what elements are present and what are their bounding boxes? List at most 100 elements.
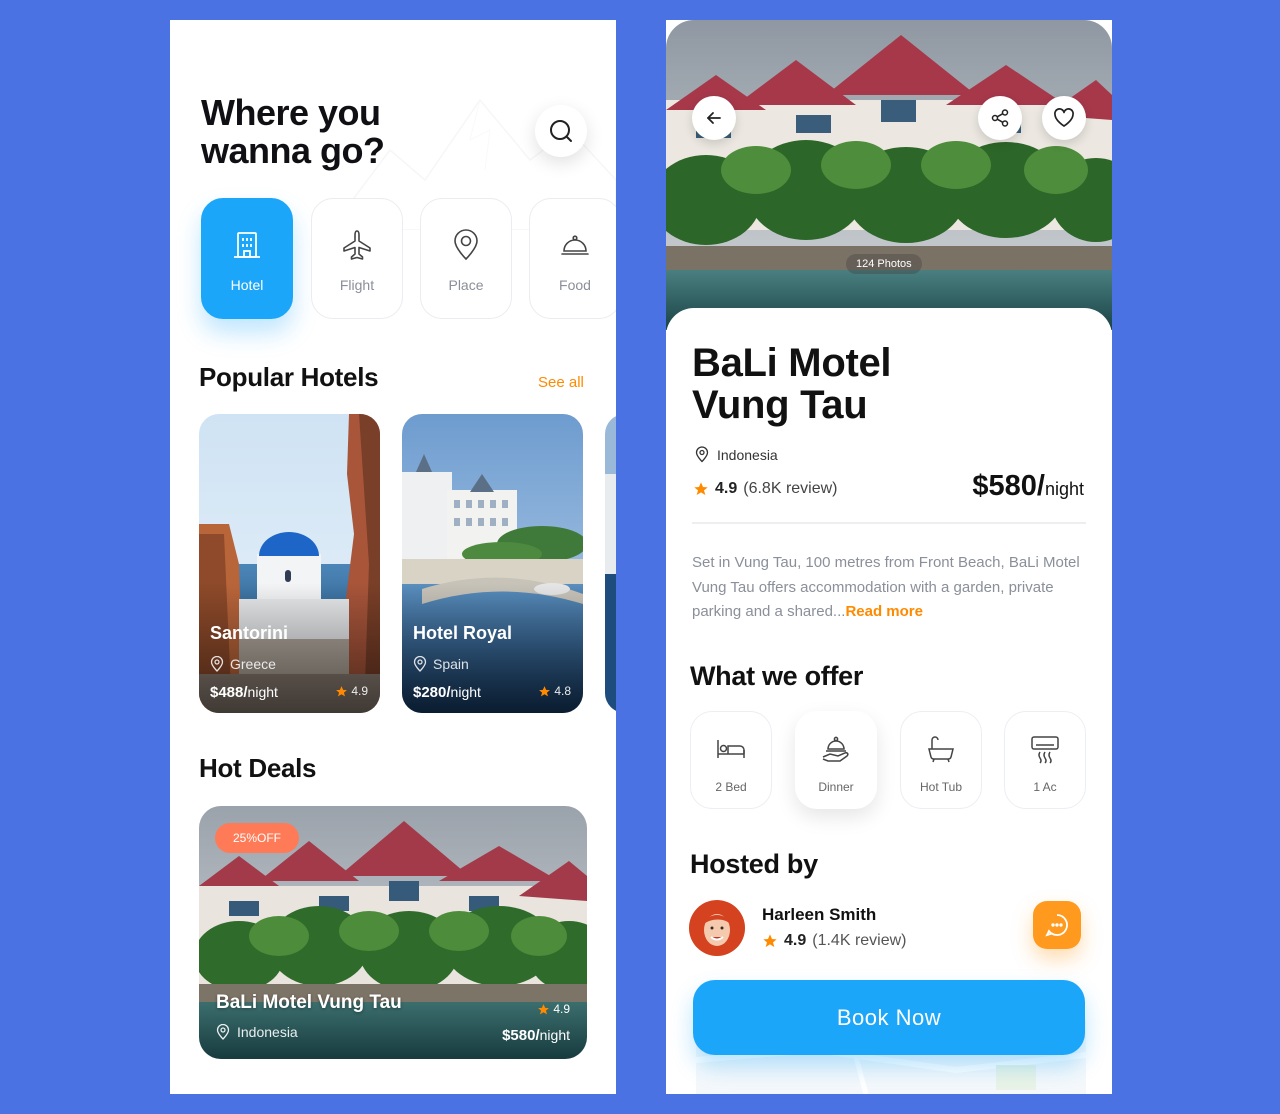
offer-bed[interactable]: 2 Bed — [690, 711, 772, 809]
hotel-location-text: Greece — [230, 656, 276, 672]
location-pin-icon — [448, 227, 484, 263]
price-unit: night — [539, 1027, 570, 1043]
rating-value: 4.9 — [715, 480, 738, 497]
share-button[interactable] — [978, 96, 1022, 140]
hotel-location: Spain — [413, 656, 469, 672]
see-all-link[interactable]: See all — [538, 374, 584, 391]
share-icon — [991, 109, 1009, 127]
host-name: Harleen Smith — [762, 905, 877, 924]
offer-dinner[interactable]: Dinner — [795, 711, 877, 809]
category-flight[interactable]: Flight — [311, 198, 403, 319]
hotel-rating: 4.9 (6.8K review) — [693, 480, 838, 498]
search-button[interactable] — [535, 105, 587, 157]
book-now-button[interactable]: Book Now — [693, 980, 1085, 1055]
hot-deals-title: Hot Deals — [199, 753, 317, 783]
price-unit: night — [450, 684, 481, 700]
hotel-location: Indonesia — [695, 446, 778, 463]
hotel-price: $280/night — [413, 684, 481, 701]
hotel-title: BaLi Motel Vung Tau — [692, 341, 892, 427]
back-button[interactable] — [692, 96, 736, 140]
hotel-description: Set in Vung Tau, 100 metres from Front B… — [692, 551, 1084, 625]
hotel-name: Hotel Royal — [413, 623, 513, 643]
rating-value: 4.8 — [554, 684, 571, 698]
category-hotel[interactable]: Hotel — [201, 198, 293, 319]
bathtub-icon — [924, 732, 958, 766]
price-value: $488/ — [210, 684, 248, 701]
rating-value: 4.9 — [784, 932, 807, 949]
deal-name: BaLi Motel Vung Tau — [216, 992, 402, 1013]
bed-icon — [714, 732, 748, 766]
search-icon — [550, 120, 572, 142]
detail-screen: 124 Photos BaLi Motel Vung Tau Indonesia… — [666, 20, 1112, 1094]
star-icon — [538, 1003, 550, 1014]
read-more-link[interactable]: Read more — [845, 603, 923, 620]
air-conditioner-icon — [1028, 732, 1062, 766]
review-count: (6.8K review) — [743, 480, 838, 497]
location-pin-icon — [695, 446, 709, 463]
arrow-left-icon — [707, 112, 721, 124]
heart-icon — [1054, 108, 1074, 127]
offer-hot-tub[interactable]: Hot Tub — [900, 711, 982, 809]
chat-button[interactable] — [1033, 901, 1081, 949]
hotel-rating: 4.9 — [335, 684, 368, 698]
price-unit: night — [247, 684, 278, 700]
price-value: $580/ — [502, 1027, 540, 1044]
location-pin-icon — [210, 656, 224, 672]
offer-ac[interactable]: 1 Ac — [1004, 711, 1086, 809]
hero-photo[interactable] — [666, 20, 1112, 330]
popular-hotels-title: Popular Hotels — [199, 362, 379, 392]
page-title: Where you wanna go? — [201, 92, 385, 171]
location-pin-icon — [216, 1024, 230, 1040]
hotel-price: $580/night — [972, 470, 1084, 503]
offer-label: 2 Bed — [715, 780, 747, 794]
building-icon — [229, 227, 265, 263]
hotel-location-text: Spain — [433, 656, 469, 672]
category-food[interactable]: Food — [529, 198, 616, 319]
category-place[interactable]: Place — [420, 198, 512, 319]
divider — [692, 522, 1086, 524]
category-label: Flight — [339, 277, 375, 293]
category-label: Place — [448, 277, 484, 293]
dinner-cloche-icon — [819, 732, 853, 766]
hotel-price: $488/night — [210, 684, 278, 701]
home-screen: Where you wanna go? Hotel Flight Place F… — [170, 20, 616, 1094]
favorite-button[interactable] — [1042, 96, 1086, 140]
review-count: (1.4K review) — [812, 932, 907, 949]
hotel-card-santorini[interactable]: Santorini Greece $488/night 4.9 — [199, 414, 380, 713]
hotel-card-hotel-royal[interactable]: Hotel Royal Spain $280/night 4.8 — [402, 414, 583, 713]
airplane-icon — [339, 227, 375, 263]
category-label: Food — [559, 277, 591, 293]
hotel-photo — [605, 414, 616, 713]
deal-rating: 4.9 — [537, 1002, 570, 1016]
hotel-name: Santorini — [210, 623, 289, 643]
host-rating: 4.9 (1.4K review) — [762, 932, 907, 950]
host-avatar[interactable] — [689, 900, 745, 956]
offer-label: Hot Tub — [919, 780, 963, 794]
star-icon — [539, 685, 551, 696]
food-cloche-icon — [557, 227, 593, 263]
star-icon — [336, 685, 348, 696]
discount-badge: 25%OFF — [215, 823, 300, 853]
deal-location: Indonesia — [216, 1024, 298, 1040]
offer-label: 1 Ac — [1033, 780, 1057, 794]
category-label: Hotel — [230, 277, 264, 293]
deal-location-text: Indonesia — [237, 1024, 298, 1040]
chat-bubble-icon — [1045, 914, 1068, 937]
rating-value: 4.9 — [553, 1002, 570, 1016]
price-unit: night — [1044, 479, 1084, 499]
rating-value: 4.9 — [351, 684, 368, 698]
hotel-location: Greece — [210, 656, 276, 672]
location-pin-icon — [413, 656, 427, 672]
price-value: $580/ — [972, 470, 1045, 502]
bali-motel-hero-photo — [666, 20, 1112, 330]
deal-card[interactable]: 25%OFF BaLi Motel Vung Tau Indonesia 4.9… — [199, 806, 587, 1059]
hotel-rating: 4.8 — [538, 684, 571, 698]
star-icon — [763, 934, 777, 947]
hotel-card-partial[interactable] — [605, 414, 616, 713]
offer-label: Dinner — [818, 780, 854, 794]
host-photo — [689, 900, 745, 956]
hotel-location-text: Indonesia — [717, 446, 778, 463]
price-value: $280/ — [413, 684, 451, 701]
hosted-by-title: Hosted by — [690, 849, 818, 879]
photo-count-pill[interactable]: 124 Photos — [846, 254, 922, 274]
